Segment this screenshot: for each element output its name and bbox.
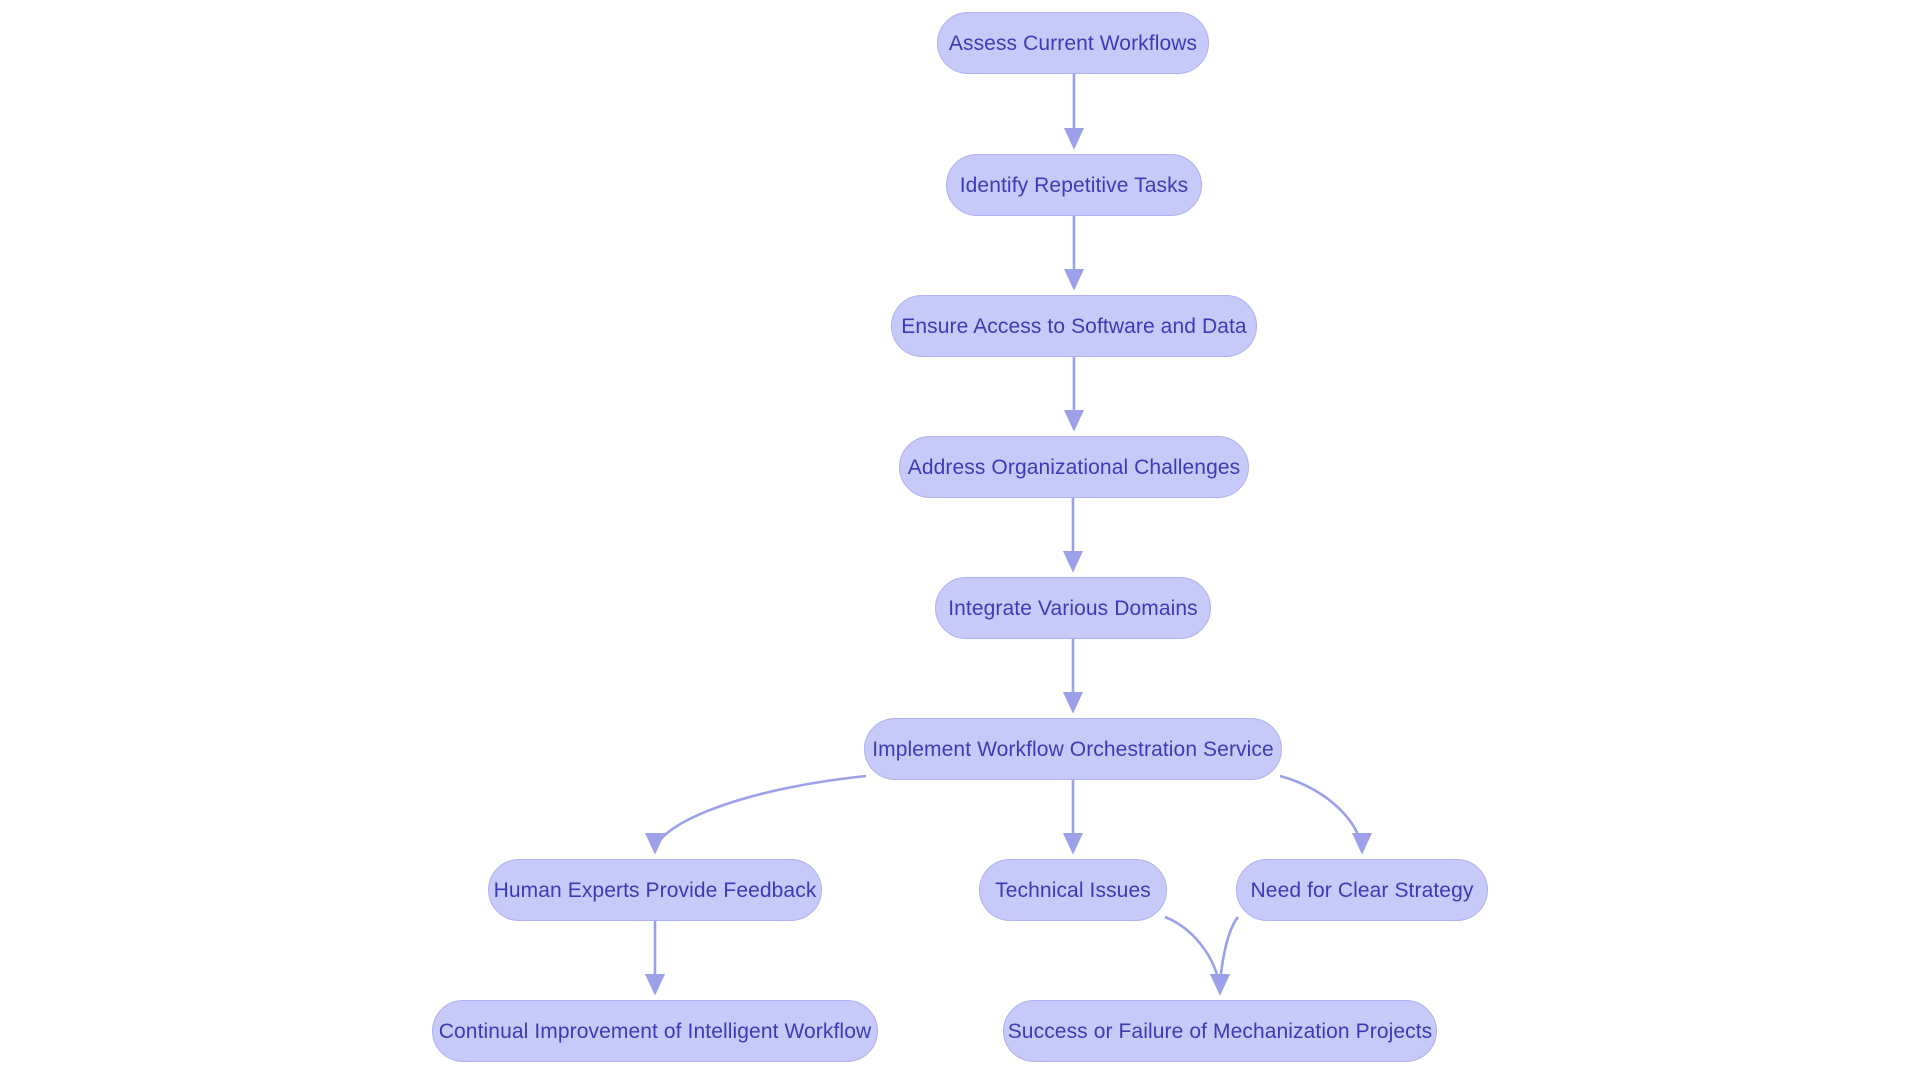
flow-node-integrate[interactable]: Integrate Various Domains xyxy=(935,577,1211,639)
flow-edge-clear_strategy-to-success_failure xyxy=(1209,916,1240,996)
flow-node-label: Identify Repetitive Tasks xyxy=(959,173,1189,197)
flow-node-label: Assess Current Workflows xyxy=(948,31,1198,55)
flow-node-clear_strategy[interactable]: Need for Clear Strategy xyxy=(1236,859,1488,921)
flow-edge-technical_issues-to-success_failure xyxy=(1164,915,1231,996)
flow-node-implement[interactable]: Implement Workflow Orchestration Service xyxy=(864,718,1282,780)
flow-node-label: Implement Workflow Orchestration Service xyxy=(872,737,1274,761)
flow-node-human_feedback[interactable]: Human Experts Provide Feedback xyxy=(488,859,822,921)
flow-node-label: Ensure Access to Software and Data xyxy=(901,314,1247,338)
flow-node-label: Need for Clear Strategy xyxy=(1250,878,1474,902)
flow-node-label: Address Organizational Challenges xyxy=(907,455,1241,479)
flow-node-identify[interactable]: Identify Repetitive Tasks xyxy=(946,154,1202,216)
flow-edge-implement-to-clear_strategy xyxy=(1279,774,1373,855)
flow-node-success_failure[interactable]: Success or Failure of Mechanization Proj… xyxy=(1003,1000,1437,1062)
flow-node-label: Success or Failure of Mechanization Proj… xyxy=(1007,1019,1433,1043)
flow-node-label: Human Experts Provide Feedback xyxy=(493,878,817,902)
flow-edge-implement-to-human_feedback xyxy=(644,774,867,855)
flow-node-continual_improvement[interactable]: Continual Improvement of Intelligent Wor… xyxy=(432,1000,878,1062)
flow-node-address_challenges[interactable]: Address Organizational Challenges xyxy=(899,436,1249,498)
flow-node-label: Continual Improvement of Intelligent Wor… xyxy=(438,1019,872,1043)
flow-node-label: Integrate Various Domains xyxy=(948,596,1198,620)
flow-node-label: Technical Issues xyxy=(995,878,1151,902)
flow-node-ensure_access[interactable]: Ensure Access to Software and Data xyxy=(891,295,1257,357)
flow-node-technical_issues[interactable]: Technical Issues xyxy=(979,859,1167,921)
flowchart-canvas: Assess Current Workflows Identify Repetit… xyxy=(0,0,1920,1080)
flow-node-assess[interactable]: Assess Current Workflows xyxy=(937,12,1209,74)
